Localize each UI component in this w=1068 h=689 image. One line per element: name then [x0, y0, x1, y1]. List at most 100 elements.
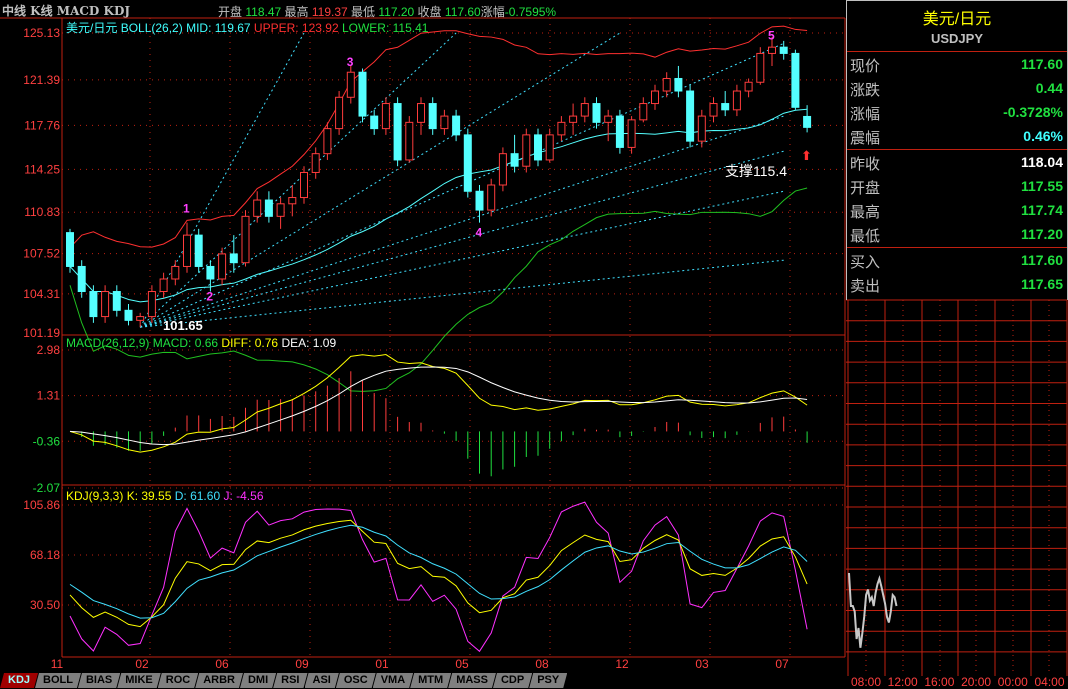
quote-row: 最高 117.74 [847, 198, 1067, 222]
tab-mass[interactable]: MASS [448, 673, 496, 688]
candle-body [428, 103, 437, 130]
tab-bias[interactable]: BIAS [78, 673, 120, 688]
candle-body [721, 103, 730, 111]
quote-row: 最低 117.20 [847, 222, 1067, 246]
tab-cdp[interactable]: CDP [493, 673, 532, 688]
macd-legend: MACD(26,12,9) MACD: 0.66 DIFF: 0.76 DEA:… [66, 336, 336, 350]
chart-title: 中线 K线 MACD KDJ [2, 4, 131, 18]
candle-body [686, 90, 695, 142]
candle-body [381, 103, 390, 130]
candle-body [557, 121, 566, 136]
candle [651, 84, 659, 110]
quote-value: 117.60 [1020, 252, 1063, 268]
candle [592, 97, 601, 129]
boll-mid: MID: 119.67 [186, 21, 251, 35]
candle [229, 235, 238, 273]
quote-value: 117.74 [1020, 202, 1063, 218]
open-label: 开盘 [218, 5, 243, 19]
candle-body [522, 134, 531, 167]
diff-line [69, 354, 808, 453]
d-line [69, 524, 808, 619]
candle-body [77, 265, 86, 293]
tab-mtm[interactable]: MTM [410, 673, 451, 688]
tab-roc[interactable]: ROC [158, 673, 198, 688]
tab-osc[interactable]: OSC [336, 673, 376, 688]
candle-body [358, 71, 367, 117]
candle-body [463, 134, 472, 192]
candle [487, 178, 496, 217]
macd-value: MACD: 0.66 [152, 336, 219, 350]
candle [463, 128, 472, 198]
candle [381, 97, 390, 135]
candle-body [475, 190, 484, 211]
candle-body [791, 52, 800, 108]
y-tick-label: 110.83 [24, 205, 60, 219]
candle-body [779, 46, 788, 54]
candle [522, 128, 531, 173]
candle-body [288, 197, 297, 205]
tab-boll[interactable]: BOLL [35, 673, 81, 688]
candle [194, 228, 203, 273]
tab-rsi[interactable]: RSI [273, 673, 307, 688]
candle [370, 109, 379, 135]
main-panel-legend: 美元/日元 BOLL(26,2) MID: 119.67 UPPER: 123.… [66, 19, 428, 36]
tab-psy[interactable]: PSY [529, 673, 567, 688]
y-tick-label: 2.98 [37, 343, 61, 357]
candle-body [803, 115, 812, 128]
quote-label: 最高 [850, 204, 881, 221]
candle-body [323, 128, 332, 155]
boll-mid-line [69, 108, 808, 303]
x-tick-label: 02 [135, 657, 149, 671]
candle-body [183, 234, 191, 267]
candle-body [417, 103, 425, 123]
tab-arbr[interactable]: ARBR [195, 673, 243, 688]
quote-panel: 美元/日元 USDJPY 现价 117.60 涨跌 0.44 涨幅 -0.3728% 震幅 0… [846, 0, 1068, 300]
quote-label: 开盘 [850, 180, 881, 197]
close-label: 收盘 [417, 5, 442, 19]
tab-vma[interactable]: VMA [373, 673, 413, 688]
high-label: 最高 [284, 5, 309, 19]
dea-value: DEA: 1.09 [281, 336, 337, 350]
candle-body [206, 265, 215, 280]
x-tick-label: 01 [375, 657, 389, 671]
ohlc-summary: 开盘 118.47 最高 119.37 最低 117.20 收盘 117.60涨… [218, 3, 556, 20]
candle-body [510, 153, 519, 167]
tab-dmi[interactable]: DMI [240, 673, 276, 688]
candle [604, 109, 613, 142]
x-tick-label: 09 [295, 657, 309, 671]
y-tick-label: 101.19 [23, 326, 60, 340]
candle [393, 97, 402, 167]
quote-row: 买入 117.60 [847, 248, 1067, 272]
quote-row: 震幅 0.46% [847, 124, 1067, 148]
quote-label: 涨跌 [850, 82, 881, 99]
candle-body [89, 291, 98, 318]
candle-body [440, 115, 449, 130]
quote-row: 现价 117.60 [847, 52, 1067, 76]
candle [498, 147, 507, 192]
tab-mike[interactable]: MIKE [117, 673, 161, 688]
quote-label: 震幅 [850, 130, 881, 147]
kdj-name: KDJ(9,3,3) [66, 489, 124, 503]
tab-kdj[interactable]: KDJ [0, 673, 38, 688]
candle [288, 185, 297, 217]
candle [639, 97, 648, 123]
candle-body [405, 121, 414, 161]
candle [440, 109, 449, 135]
quote-row: 昨收 118.04 [847, 150, 1067, 174]
k-value: K: 39.55 [126, 489, 172, 503]
candle [358, 68, 367, 123]
change-value: -0.7595% [504, 5, 557, 19]
quote-value: 117.55 [1020, 178, 1063, 194]
candle [264, 191, 273, 223]
candle [557, 116, 566, 142]
candle [335, 91, 344, 135]
candle-body [66, 232, 74, 267]
candle-body [101, 291, 110, 318]
candle-body [300, 171, 308, 199]
tab-asi[interactable]: ASI [305, 673, 339, 688]
high-value: 119.37 [311, 5, 348, 19]
close-value: 117.60 [444, 5, 481, 19]
quote-row: 卖出 117.65 [847, 272, 1067, 296]
candle [475, 185, 484, 223]
intraday-time-label: 16:00 [924, 675, 954, 689]
